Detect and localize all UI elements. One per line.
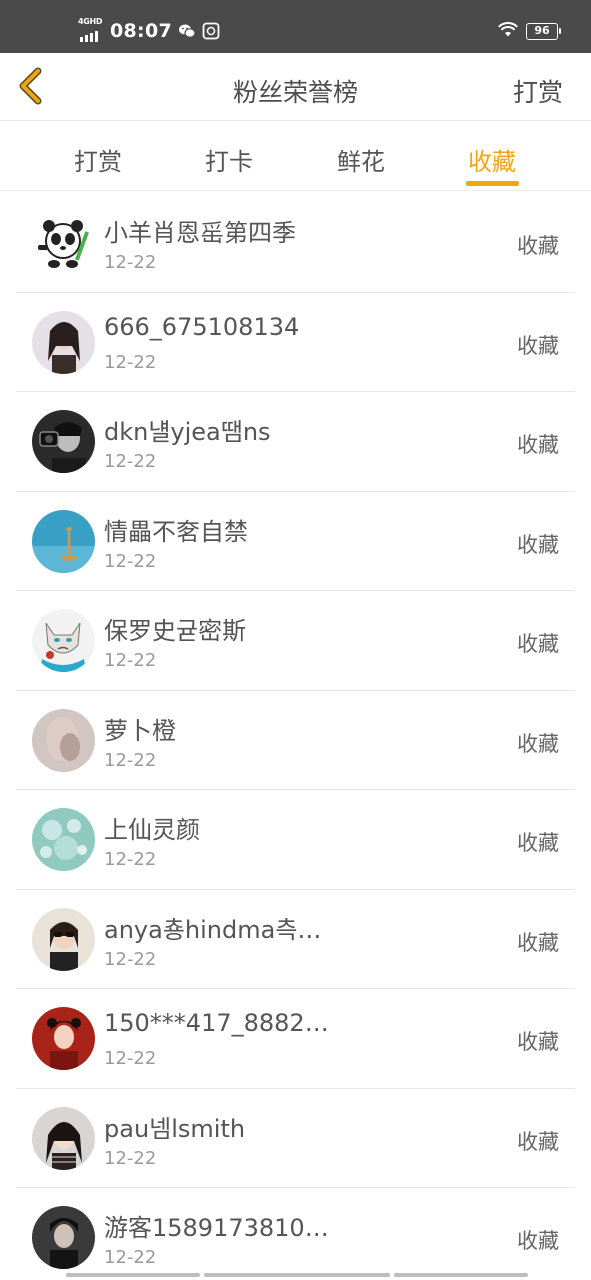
item-action: 收藏 (517, 532, 559, 557)
reward-button[interactable]: 打赏 (513, 73, 563, 109)
list-item[interactable]: 保罗史귣密斯 12-22 收藏 (16, 591, 575, 691)
tab-reward[interactable]: 打赏 (38, 142, 158, 177)
avatar (32, 509, 95, 573)
wifi-icon (498, 22, 518, 40)
user-name: 小羊肖恩䍃第四季 (104, 219, 296, 247)
item-date: 12-22 (104, 351, 157, 373)
list-item[interactable]: 上仙灵颜 12-22 收藏 (16, 790, 575, 890)
item-action: 收藏 (517, 930, 559, 955)
list-item[interactable]: 萝卜橙 12-22 收藏 (16, 691, 575, 790)
active-tab-indicator (466, 181, 519, 186)
list-item[interactable]: 小羊肖恩䍃第四季 12-22 收藏 (16, 193, 575, 293)
list-item[interactable]: pau넴lsmith 12-22 收藏 (16, 1089, 575, 1188)
item-date: 12-22 (104, 650, 157, 671)
tab-flowers[interactable]: 鲜花 (301, 142, 421, 177)
item-action: 收藏 (517, 632, 559, 656)
tab-bar: 打赏 打卡 鲜花 收藏 (0, 122, 591, 191)
avatar (32, 907, 95, 971)
avatar (32, 211, 95, 274)
network-type: 4GHD (78, 17, 103, 26)
user-name: 666_675108134 (104, 312, 300, 341)
avatar (32, 808, 95, 871)
list-item[interactable]: 666_675108134 12-22 收藏 (16, 293, 575, 392)
item-date: 12-22 (104, 749, 157, 771)
user-name: 情畾不㚚自禁 (104, 517, 248, 546)
user-name: pau넴lsmith (104, 1114, 246, 1143)
list-item[interactable]: 游客1589173810… 12-22 收藏 (16, 1188, 575, 1280)
item-action: 收藏 (517, 333, 559, 358)
wechat-icon (178, 22, 196, 40)
scroll-indicator (66, 1273, 528, 1277)
avatar (32, 708, 95, 772)
item-date: 12-22 (104, 1048, 157, 1069)
user-name: dkn냴yjea땜ns (104, 418, 271, 446)
item-action: 收藏 (517, 731, 559, 756)
item-date: 12-22 (104, 550, 157, 572)
user-name: 游客1589173810… (104, 1214, 329, 1242)
item-date: 12-22 (104, 948, 157, 970)
item-date: 12-22 (104, 1147, 157, 1169)
list-item[interactable]: 情畾不㚚自禁 12-22 收藏 (16, 492, 575, 591)
top-nav-bar: 粉丝荣誉榜 打赏 (0, 53, 591, 121)
avatar (32, 410, 95, 473)
list-item[interactable]: anya춍hindma측… 12-22 收藏 (16, 890, 575, 989)
avatar (32, 1206, 95, 1269)
tab-checkin[interactable]: 打卡 (169, 142, 289, 177)
avatar (32, 1106, 95, 1170)
item-action: 收藏 (517, 234, 559, 258)
item-date: 12-22 (104, 252, 157, 273)
user-name: 保罗史귣密斯 (104, 617, 247, 645)
item-action: 收藏 (517, 1030, 559, 1054)
list-item[interactable]: dkn냴yjea땜ns 12-22 收藏 (16, 392, 575, 492)
item-action: 收藏 (517, 433, 559, 457)
user-name: anya춍hindma측… (104, 915, 322, 944)
page-title: 粉丝荣誉榜 (232, 78, 358, 107)
user-name: 萝卜橙 (104, 716, 176, 745)
status-right: 96 (498, 22, 561, 40)
item-action: 收藏 (517, 1129, 559, 1154)
avatar (32, 310, 95, 374)
clock: 08:07 (110, 20, 172, 42)
item-action: 收藏 (517, 831, 559, 855)
status-bar: 4GHD 08:07 96 (0, 0, 591, 53)
avatar (32, 609, 95, 672)
battery-icon: 96 (526, 22, 561, 40)
user-name: 上仙灵颜 (104, 816, 200, 844)
fan-list: 小羊肖恩䍃第四季 12-22 收藏 666_675108134 12-22 收藏… (0, 193, 591, 1280)
status-left: 4GHD 08:07 (78, 17, 220, 42)
list-item[interactable]: 150***417_8882… 12-22 收藏 (16, 989, 575, 1089)
app-notification-icon (202, 22, 220, 40)
item-date: 12-22 (104, 1247, 157, 1268)
signal-icon: 4GHD (78, 17, 104, 42)
avatar (32, 1007, 95, 1070)
item-date: 12-22 (104, 451, 157, 472)
item-action: 收藏 (517, 1229, 559, 1253)
item-date: 12-22 (104, 849, 157, 870)
tab-favorites[interactable]: 收藏 (432, 142, 552, 177)
user-name: 150***417_8882… (104, 1009, 329, 1037)
